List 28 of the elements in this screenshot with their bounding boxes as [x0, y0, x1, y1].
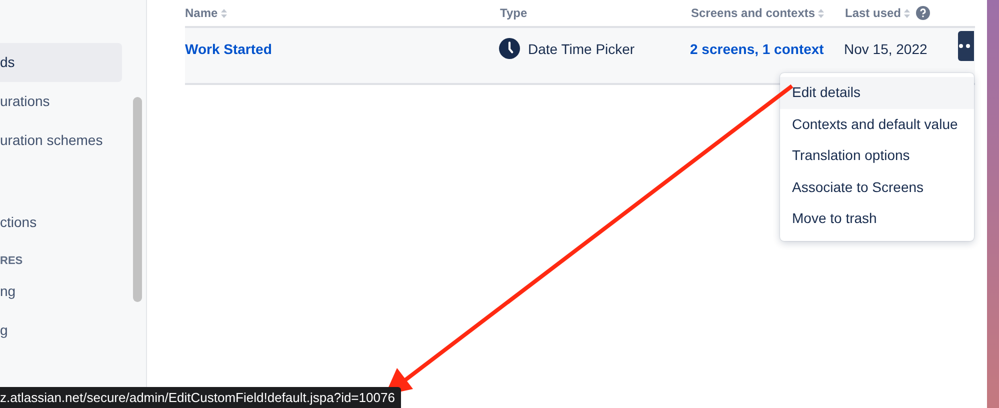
more-actions-button[interactable]	[958, 30, 974, 60]
screens-link[interactable]: 2 screens, 1 context	[690, 40, 824, 56]
status-bar-url: z.atlassian.net/secure/admin/EditCustomField!default.jspa?id=10076	[0, 387, 401, 408]
column-header: Type	[500, 6, 528, 20]
sidebar-section-header: RES	[0, 254, 24, 269]
sidebar-item[interactable]: ds	[0, 43, 122, 82]
help-icon[interactable]	[916, 6, 930, 20]
field-name-link[interactable]: Work Started	[185, 40, 272, 56]
menu-item[interactable]: Contexts and default value	[780, 108, 974, 140]
sort-icon[interactable]	[220, 8, 227, 18]
clock-icon	[499, 38, 520, 59]
field-type: Date Time Picker	[528, 40, 635, 56]
scrollbar-thumb[interactable]	[133, 97, 142, 302]
menu-item[interactable]: Associate to Screens	[780, 172, 974, 204]
menu-item[interactable]: Edit details	[780, 77, 974, 109]
column-header[interactable]: Name	[185, 6, 218, 20]
sidebar-item[interactable]: urations	[0, 82, 122, 121]
sidebar-item[interactable]: ctions	[0, 203, 122, 242]
sort-icon[interactable]	[904, 8, 910, 18]
sidebar-item[interactable]: ng	[0, 272, 122, 311]
column-header[interactable]: Screens and contexts	[691, 6, 816, 20]
last-used-date: Nov 15, 2022	[844, 40, 928, 56]
sidebar-item[interactable]: g	[0, 311, 122, 350]
menu-item[interactable]: Translation options	[780, 140, 974, 172]
menu-item[interactable]: Move to trash	[780, 203, 974, 235]
sidebar-item[interactable]: uration schemes	[0, 121, 122, 160]
sort-icon[interactable]	[818, 8, 824, 18]
column-header[interactable]: Last used	[845, 6, 902, 20]
